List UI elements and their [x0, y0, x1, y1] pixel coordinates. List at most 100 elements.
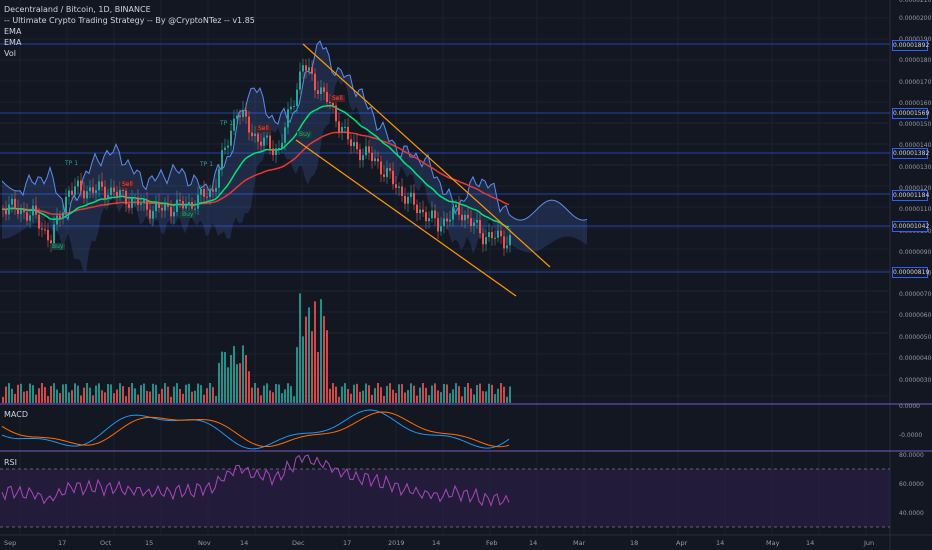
- volume-bar: [251, 387, 253, 403]
- candle-body: [308, 67, 310, 71]
- rsi-pane-label[interactable]: RSI: [4, 458, 17, 467]
- volume-bar: [269, 390, 271, 403]
- price-axis-label: 0.00002100: [899, 0, 932, 4]
- price-chart-canvas[interactable]: [0, 0, 932, 550]
- volume-bar: [467, 383, 469, 403]
- candle-body: [446, 218, 448, 222]
- volume-bar: [326, 330, 328, 403]
- time-axis-label: 14: [806, 539, 815, 547]
- candle-body: [194, 208, 196, 210]
- price-axis-label: 0.00000700: [899, 291, 932, 298]
- volume-bar: [128, 387, 130, 403]
- candle-body: [428, 218, 430, 222]
- volume-bar: [422, 383, 424, 403]
- candle-body: [371, 152, 373, 162]
- candle-body: [59, 215, 61, 219]
- time-axis-label: 14: [529, 539, 538, 547]
- candle-body: [203, 188, 205, 197]
- volume-bar: [68, 392, 70, 403]
- candle-body: [299, 71, 301, 90]
- volume-bar: [413, 385, 415, 403]
- volume-bar: [335, 386, 337, 403]
- candle-body: [134, 197, 136, 199]
- macd-pane-label[interactable]: MACD: [4, 410, 28, 419]
- volume-bar: [218, 362, 220, 403]
- candle-body: [362, 155, 364, 161]
- volume-bar: [377, 383, 379, 403]
- volume-bar: [461, 396, 463, 403]
- candle-body: [287, 109, 289, 128]
- volume-bar: [164, 383, 166, 403]
- candle-body: [395, 184, 397, 188]
- volume-bar: [455, 383, 457, 403]
- candle-body: [206, 196, 208, 198]
- candle-body: [101, 181, 103, 187]
- candle-body: [209, 189, 211, 198]
- volume-bar: [497, 388, 499, 403]
- volume-bar: [287, 383, 289, 403]
- volume-label[interactable]: Vol: [4, 48, 255, 59]
- volume-bar: [485, 391, 487, 403]
- candle-body: [11, 198, 13, 205]
- candle-body: [212, 189, 214, 192]
- candle-body: [197, 194, 199, 209]
- volume-bar: [23, 391, 25, 403]
- candle-body: [374, 158, 376, 162]
- candle-body: [125, 190, 127, 205]
- volume-bar: [440, 392, 442, 403]
- volume-bar: [20, 383, 22, 403]
- candle-body: [182, 201, 184, 209]
- volume-bar: [293, 396, 295, 403]
- rsi-axis-80: 80.0000: [899, 452, 924, 459]
- ema-label-2[interactable]: EMA: [4, 37, 255, 48]
- candle-body: [218, 169, 220, 188]
- candle-body: [95, 190, 97, 193]
- chart-legend: Decentraland / Bitcoin, 1D, BINANCE -- U…: [4, 4, 255, 59]
- candle-body: [74, 186, 76, 195]
- signal-buy-3: Buy: [297, 131, 313, 138]
- candle-body: [377, 158, 379, 162]
- time-axis-label: 17: [343, 539, 352, 547]
- volume-bar: [56, 389, 58, 403]
- price-axis-label: 0.00001600: [899, 100, 932, 107]
- ema-label-1[interactable]: EMA: [4, 26, 255, 37]
- candle-body: [473, 222, 475, 227]
- candle-body: [296, 89, 298, 107]
- volume-bar: [152, 383, 154, 403]
- volume-bar: [155, 384, 157, 403]
- volume-bar: [500, 383, 502, 403]
- volume-bar: [236, 364, 238, 403]
- volume-bar: [380, 387, 382, 403]
- volume-bar: [170, 396, 172, 403]
- volume-bar: [137, 394, 139, 403]
- macd-axis-0: 0.0000: [899, 403, 920, 410]
- candle-body: [392, 170, 394, 185]
- price-axis-label: 0.00000600: [899, 312, 932, 319]
- volume-bar: [353, 384, 355, 403]
- candle-body: [326, 91, 328, 102]
- candle-body: [422, 209, 424, 213]
- volume-bar: [11, 388, 13, 403]
- candle-body: [488, 232, 490, 238]
- candle-body: [29, 215, 31, 221]
- volume-bar: [227, 367, 229, 403]
- candle-body: [452, 207, 454, 220]
- volume-bar: [86, 383, 88, 403]
- volume-bar: [473, 394, 475, 403]
- rsi-band: [0, 469, 890, 527]
- candle-body: [137, 197, 139, 205]
- volume-bar: [470, 388, 472, 403]
- symbol-title[interactable]: Decentraland / Bitcoin, 1D, BINANCE: [4, 4, 255, 15]
- volume-bar: [29, 383, 31, 403]
- volume-bar: [341, 386, 343, 403]
- candle-body: [320, 87, 322, 94]
- price-axis-label: 0.00001500: [899, 121, 932, 128]
- signal-buy-1: Buy: [50, 243, 66, 250]
- strategy-label[interactable]: -- Ultimate Crypto Trading Strategy -- B…: [4, 15, 255, 26]
- candle-body: [470, 218, 472, 227]
- volume-bar: [479, 383, 481, 403]
- candle-body: [236, 115, 238, 119]
- volume-bar: [284, 389, 286, 403]
- trendline-upper: [302, 43, 551, 268]
- price-level-tag: 0.00001382: [892, 148, 930, 159]
